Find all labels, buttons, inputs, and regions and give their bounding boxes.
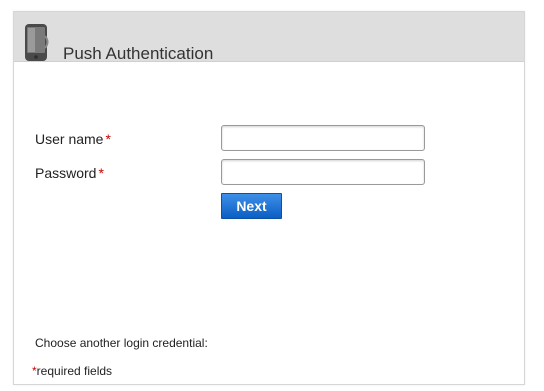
required-asterisk: * [98,165,104,181]
username-label-text: User name [35,131,104,147]
mobile-phone-icon [24,22,50,62]
page-title: Push Authentication [63,44,214,63]
login-panel: Push Authentication User name * Password *… [13,11,525,385]
required-fields-note: *required fields [32,365,112,377]
required-fields-text: required fields [36,364,113,378]
password-label-text: Password [35,165,97,181]
other-credential-link[interactable]: Choose another login credential: [35,337,208,349]
username-label: User name * [35,132,111,146]
required-asterisk: * [105,131,111,147]
password-label: Password * [35,166,104,180]
next-button[interactable]: Next [221,193,282,219]
panel-header: Push Authentication [14,12,524,62]
password-input[interactable] [221,159,425,185]
username-input[interactable] [221,125,425,151]
